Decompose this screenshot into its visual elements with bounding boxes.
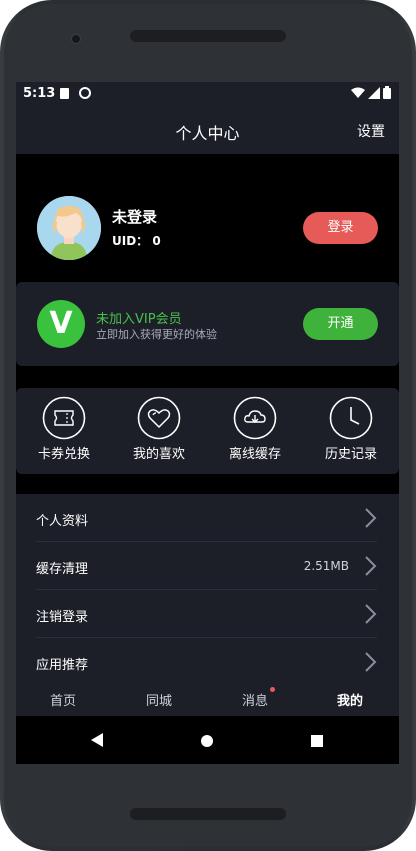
vip-subtitle: 立即加入获得更好的体验 [96,328,217,341]
menu-item-label: 注销登录 [36,610,89,625]
bottom-speaker [130,808,286,820]
status-icons [351,86,391,99]
uid-line: UID： 0 [112,232,161,249]
ticket-icon [42,396,86,440]
menu-item-logout[interactable]: 注销登录 [36,590,377,638]
heart-icon [137,396,181,440]
shortcut-offline-cache[interactable]: 离线缓存 [215,396,295,462]
username: 未登录 [112,208,158,226]
recents-icon[interactable] [311,735,323,747]
profile-section: 未登录 UID： 0 登录 [16,154,399,282]
uid-value: 0 [152,234,161,248]
chevron-right-icon [365,604,377,624]
system-nav-bar [16,716,399,764]
back-icon[interactable] [91,733,103,747]
message-badge [270,687,275,692]
do-not-disturb-icon [79,87,91,99]
chevron-right-icon [365,508,377,528]
vip-title: 未加入VIP会员 [96,312,182,327]
shortcut-label: 卡券兑换 [37,447,90,462]
battery-icon [383,86,391,99]
menu-item-label: 缓存清理 [36,562,89,577]
status-bar: 5:13 [16,82,399,106]
shortcut-grid: 卡券兑换 我的喜欢 离线缓存 历史记录 [16,388,399,474]
shortcut-favorites[interactable]: 我的喜欢 [119,396,199,462]
menu-item-clear-cache[interactable]: 缓存清理 2.51MB [36,542,377,590]
status-time: 5:13 [23,86,56,101]
settings-button[interactable]: 设置 [357,121,385,141]
settings-list: 个人资料 缓存清理 2.51MB 注销登录 应用推荐 [16,494,399,680]
top-speaker [130,30,286,42]
open-vip-button[interactable]: 开通 [303,308,378,340]
login-button[interactable]: 登录 [303,212,378,244]
home-icon[interactable] [201,735,213,747]
shortcut-label: 离线缓存 [228,447,281,462]
tab-messages[interactable]: 消息 [225,690,285,709]
menu-item-profile[interactable]: 个人资料 [36,494,377,542]
clock-icon [329,396,373,440]
screen: 5:13 个人中心 设置 未登录 UID： 0 登录 V 未加入VIP会员 立即… [16,82,399,764]
vip-card[interactable]: V 未加入VIP会员 立即加入获得更好的体验 开通 [16,282,399,366]
avatar[interactable] [37,196,101,260]
cloud-download-icon [233,396,277,440]
wifi-icon [351,87,365,98]
sd-card-icon [60,88,69,99]
phone-frame: 5:13 个人中心 设置 未登录 UID： 0 登录 V 未加入VIP会员 立即… [0,0,416,851]
bottom-tab-bar: 首页 同城 消息 我的 [16,680,399,716]
front-camera [71,34,81,44]
shortcut-coupon[interactable]: 卡券兑换 [24,396,104,462]
menu-item-app-recommend[interactable]: 应用推荐 [36,638,377,686]
menu-item-label: 个人资料 [36,514,89,529]
vip-logo-icon: V [37,300,85,348]
menu-item-label: 应用推荐 [36,658,89,673]
tab-home[interactable]: 首页 [33,690,93,709]
chevron-right-icon [365,652,377,672]
signal-icon [368,86,380,99]
uid-label: UID： [112,234,149,248]
shortcut-history[interactable]: 历史记录 [311,396,391,462]
page-title: 个人中心 [175,124,240,143]
shortcut-label: 我的喜欢 [132,447,185,462]
user-avatar-icon [37,196,101,260]
title-bar: 个人中心 设置 [16,106,399,154]
shortcut-label: 历史记录 [324,447,377,462]
chevron-right-icon [365,556,377,576]
tab-me[interactable]: 我的 [320,690,380,709]
cache-size: 2.51MB [303,559,349,573]
tab-local[interactable]: 同城 [129,690,189,709]
